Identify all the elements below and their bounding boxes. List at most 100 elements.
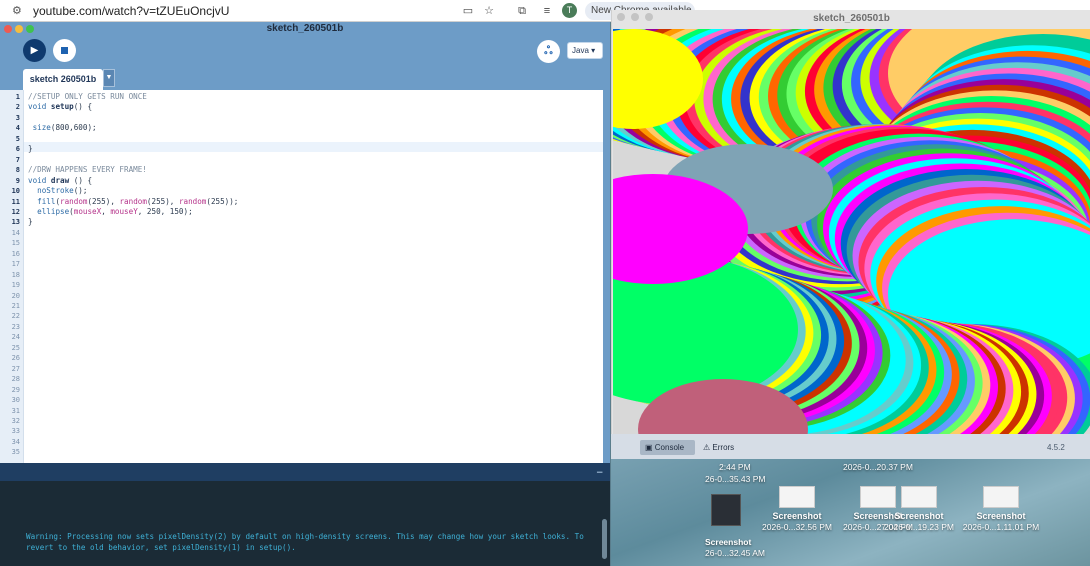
code-line: } <box>28 144 33 154</box>
url-text[interactable]: youtube.com/watch?v=tZUEuOncjvU <box>33 4 229 18</box>
code-line: //SETUP ONLY GETS RUN ONCE <box>28 92 147 101</box>
line-number: 17 <box>11 260 20 269</box>
line-number: 15 <box>11 239 20 248</box>
desktop-file-name[interactable]: Screenshot <box>705 537 751 547</box>
collapse-console-icon[interactable]: ▁ <box>597 466 605 474</box>
line-number: 33 <box>11 427 20 436</box>
version-label: 4.5.2 <box>1047 443 1065 452</box>
chevron-down-icon: ▼ <box>105 74 113 81</box>
console-output: Warning: Processing now sets pixelDensit… <box>0 481 610 566</box>
line-number: 21 <box>11 302 20 310</box>
line-number: 4 <box>15 124 20 133</box>
code-line: void draw () { <box>28 175 93 185</box>
desktop-file[interactable]: Screenshot 2026-0...19.23 PM <box>874 486 964 533</box>
line-number: 12 <box>11 207 20 216</box>
cast-icon[interactable]: ▭ <box>461 4 475 18</box>
file-date: 2026-0...32.56 PM <box>762 522 832 532</box>
desktop-area: ▣ Console ⚠ Errors 4.5.2 2:44 PM 2026-0.… <box>611 434 1090 566</box>
line-number: 25 <box>11 343 20 352</box>
console-panel-bar: ▣ Console ⚠ Errors 4.5.2 <box>611 434 1090 459</box>
desktop-file[interactable]: Screenshot 2026-0...32.56 PM <box>752 486 842 533</box>
ellipse-art <box>613 29 1090 434</box>
line-number: 14 <box>11 228 20 237</box>
code-line: ellipse(mouseX, mouseY, 250, 150); <box>37 206 193 216</box>
sketch-output-window: sketch_260501b <box>611 10 1090 434</box>
site-info-icon[interactable]: ⚙ <box>12 4 26 18</box>
line-number-gutter: 1 2 3 4 5 6 7 8 9 10 11 12 13 14 15 16 17 18 19 20 21 22 23 24 2… <box>0 90 24 463</box>
file-name: Screenshot <box>976 511 1026 521</box>
line-number: 26 <box>11 354 20 363</box>
terminal-icon: ▣ <box>645 443 655 452</box>
desktop-label: 2:44 PM <box>719 462 751 472</box>
code-line: void setup() { <box>28 102 93 112</box>
editor-scrollbar[interactable] <box>603 90 610 463</box>
desktop-file[interactable] <box>706 494 746 529</box>
warning-icon: ⚠ <box>703 443 713 452</box>
code-line: } <box>28 217 33 227</box>
desktop-label: 26-0...32.45 AM <box>705 548 766 558</box>
line-number: 10 <box>11 187 20 196</box>
line-number: 31 <box>11 406 20 415</box>
line-number: 18 <box>11 270 20 279</box>
play-icon: ▶ <box>30 45 39 56</box>
file-thumbnail <box>901 486 937 508</box>
desktop-label: 2026-0...20.37 PM <box>843 462 913 472</box>
file-thumbnail <box>983 486 1019 508</box>
tab-sketch[interactable]: sketch 260501b <box>23 69 103 90</box>
line-number: 35 <box>11 448 20 457</box>
line-number: 2 <box>15 103 20 112</box>
code-line: //DRW HAPPENS EVERY FRAME! <box>28 165 147 175</box>
sketch-canvas[interactable] <box>613 29 1090 434</box>
tab-menu-button[interactable]: ▼ <box>103 69 115 87</box>
line-number: 29 <box>11 385 20 394</box>
line-number: 8 <box>15 166 20 175</box>
file-name: Screenshot <box>894 511 944 521</box>
line-number: 9 <box>15 176 20 185</box>
code-line: size(800,600); <box>32 123 97 133</box>
code-line: noStroke(); <box>37 186 88 196</box>
run-button[interactable]: ▶ <box>23 39 46 62</box>
file-date: 2026-0...19.23 PM <box>884 522 954 532</box>
line-number: 27 <box>11 364 20 373</box>
line-number: 20 <box>11 291 20 300</box>
line-number: 28 <box>11 375 20 384</box>
line-number: 13 <box>11 218 20 227</box>
line-number: 30 <box>11 396 20 405</box>
stop-button[interactable] <box>53 39 76 62</box>
butterfly-icon: ஃ <box>544 45 553 57</box>
line-number: 7 <box>15 155 20 164</box>
sketch-window-title: sketch_260501b <box>813 13 890 24</box>
ide-titlebar: sketch_260501b <box>0 22 610 36</box>
line-number: 5 <box>15 134 20 143</box>
line-number: 34 <box>11 437 20 446</box>
file-thumbnail <box>779 486 815 508</box>
bookmark-star-icon[interactable]: ☆ <box>482 4 496 18</box>
profile-avatar[interactable]: T <box>562 3 577 18</box>
line-number: 32 <box>11 416 20 425</box>
ide-window-title: sketch_260501b <box>266 23 344 34</box>
desktop-file[interactable]: Screenshot 2026-0...1.11.01 PM <box>956 486 1046 533</box>
line-number: 11 <box>11 197 20 206</box>
line-number: 1 <box>15 93 20 101</box>
editor-status-bar: ▁ <box>0 463 610 481</box>
code-line: fill(random(255), random(255), random(25… <box>37 196 239 206</box>
console-scrollbar[interactable] <box>602 519 607 559</box>
file-thumbnail <box>711 494 741 526</box>
code-editor[interactable]: 1 2 3 4 5 6 7 8 9 10 11 12 13 14 15 16 17 18 19 20 21 22 23 24 2… <box>0 90 603 463</box>
line-number: 22 <box>11 312 20 321</box>
debugger-button[interactable]: ஃ <box>537 40 560 63</box>
extension-icon[interactable]: ⧉ <box>515 4 529 18</box>
line-number: 3 <box>15 113 20 122</box>
console-tab-button[interactable]: ▣ Console <box>640 440 695 455</box>
console-warning-text: Warning: Processing now sets pixelDensit… <box>26 532 584 552</box>
console-tab-label: Console <box>654 443 685 452</box>
line-number: 24 <box>11 333 20 342</box>
errors-tab-button[interactable]: ⚠ Errors <box>699 440 749 455</box>
mode-selector[interactable]: Java ▾ <box>567 42 603 59</box>
file-name: Screenshot <box>772 511 822 521</box>
errors-tab-label: Errors <box>712 443 735 452</box>
reading-list-icon[interactable]: ≡ <box>540 4 554 18</box>
file-date: 2026-0...1.11.01 PM <box>962 522 1040 532</box>
desktop-label: 26-0...35.43 PM <box>705 474 766 484</box>
line-number: 16 <box>11 249 20 258</box>
